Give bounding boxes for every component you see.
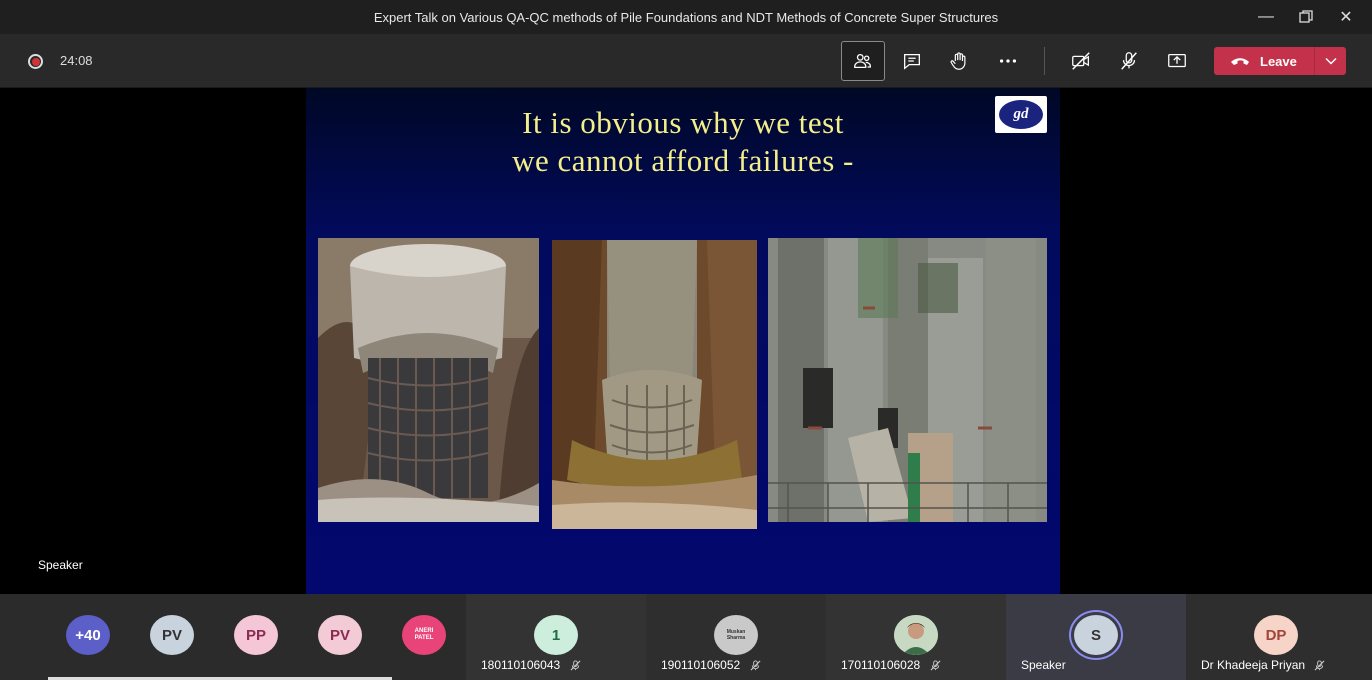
participant-name: Dr Khadeeja Priyan: [1201, 658, 1306, 672]
recording-indicator-icon: [28, 54, 43, 69]
leave-label: Leave: [1260, 53, 1297, 69]
speaker-label: Speaker: [38, 558, 83, 572]
slide-title-line2: we cannot afford failures -: [512, 143, 854, 178]
call-timer: 24:08: [60, 53, 93, 68]
window-title: Expert Talk on Various QA-QC methods of …: [373, 9, 999, 25]
gd-logo: gd: [995, 96, 1047, 133]
more-participants-button[interactable]: +40: [66, 615, 110, 655]
participant-tile-active-speaker[interactable]: S Speaker: [1006, 594, 1186, 680]
people-icon: [854, 53, 871, 69]
hang-up-icon: [1231, 58, 1249, 65]
chat-icon: [904, 53, 920, 70]
gd-logo-text: gd: [999, 100, 1043, 129]
hand-icon: [950, 52, 966, 70]
participant-name: 190110106052: [661, 658, 741, 672]
failed-pile-photo-1: [318, 238, 539, 522]
camera-toggle-button[interactable]: [1059, 41, 1103, 81]
participant-avatar: S: [1074, 615, 1118, 655]
participant-name: 170110106028: [841, 658, 921, 672]
mic-toggle-button[interactable]: [1107, 41, 1151, 81]
toolbar-divider: [1044, 47, 1045, 75]
participant-strip: +40 PV PP PV ANERI PATEL 1 180110106043 …: [0, 594, 1372, 680]
participants-button[interactable]: [841, 41, 885, 81]
mic-muted-icon: [570, 660, 581, 671]
participant-photo-avatar: [894, 615, 938, 655]
participant-tile[interactable]: DP Dr Khadeeja Priyan: [1186, 594, 1372, 680]
participant-avatar: 1: [534, 615, 578, 655]
more-icon: [999, 59, 1017, 63]
camera-off-icon: [1072, 52, 1090, 70]
minimize-icon[interactable]: —: [1246, 0, 1286, 34]
close-icon[interactable]: ✕: [1326, 0, 1366, 34]
call-controls-bar: 24:08 Leave: [0, 34, 1372, 88]
leave-options-button[interactable]: [1315, 57, 1346, 65]
participant-name: Speaker: [1021, 658, 1066, 672]
raise-hand-button[interactable]: [937, 41, 981, 81]
slide-title: It is obvious why we test we cannot affo…: [306, 104, 1060, 180]
chevron-down-icon: [1324, 57, 1337, 65]
mic-muted-icon: [750, 660, 761, 671]
restore-icon[interactable]: [1286, 0, 1326, 34]
participant-avatar: Muskan Sharma: [714, 615, 758, 655]
shared-slide: It is obvious why we test we cannot affo…: [306, 88, 1060, 594]
share-icon: [1168, 53, 1186, 68]
main-stage: It is obvious why we test we cannot affo…: [0, 88, 1372, 594]
slide-title-line1: It is obvious why we test: [522, 105, 844, 140]
participant-avatar[interactable]: PP: [234, 615, 278, 655]
share-screen-button[interactable]: [1155, 41, 1199, 81]
participant-avatar[interactable]: PV: [150, 615, 194, 655]
mic-off-icon: [1121, 52, 1137, 70]
participant-name: 180110106043: [481, 658, 561, 672]
participant-tile[interactable]: 170110106028: [826, 594, 1006, 680]
more-actions-button[interactable]: [986, 41, 1030, 81]
title-bar: Expert Talk on Various QA-QC methods of …: [0, 0, 1372, 34]
participant-avatar: DP: [1254, 615, 1298, 655]
failed-pile-photo-3: [768, 238, 1047, 522]
participant-tile[interactable]: 1 180110106043: [466, 594, 646, 680]
leave-main[interactable]: Leave: [1214, 47, 1314, 75]
leave-button[interactable]: Leave: [1214, 47, 1346, 75]
participant-tile[interactable]: Muskan Sharma 190110106052: [646, 594, 826, 680]
chat-button[interactable]: [890, 41, 934, 81]
participant-avatar[interactable]: ANERI PATEL: [402, 615, 446, 655]
mic-muted-icon: [1314, 660, 1325, 671]
mic-muted-icon: [930, 660, 941, 671]
participant-avatar[interactable]: PV: [318, 615, 362, 655]
failed-pile-photo-2: [552, 240, 757, 529]
